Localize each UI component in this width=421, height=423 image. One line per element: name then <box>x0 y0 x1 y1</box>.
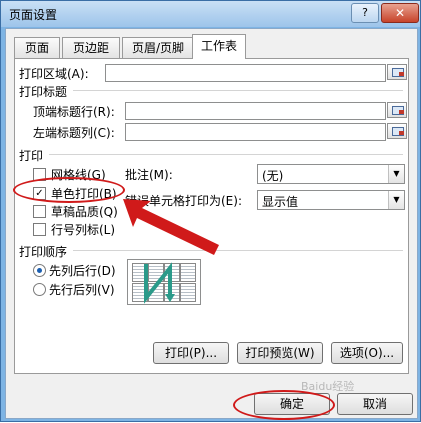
highlight-ring <box>13 177 125 203</box>
print-titles-heading: 打印标题 <box>19 85 68 99</box>
over-then-down-label: 先行后列(V) <box>49 283 115 297</box>
comments-select[interactable]: (无) ▼ <box>257 164 405 184</box>
chevron-down-icon[interactable]: ▼ <box>388 165 404 183</box>
close-button[interactable]: ✕ <box>381 3 419 23</box>
tab-page[interactable]: 页面 <box>14 37 60 58</box>
draft-quality-label: 草稿品质(Q) <box>51 205 118 219</box>
rows-to-repeat-label: 顶端标题行(R): <box>33 105 115 119</box>
highlight-ring <box>233 390 335 420</box>
page-order-arrow-icon <box>144 262 175 304</box>
page-order-preview <box>127 259 201 305</box>
down-then-over-label: 先列后行(D) <box>49 264 116 278</box>
dialog-body: 页面 页边距 页眉/页脚 工作表 打印区域(A): 打印标题 顶端标题行(R):… <box>5 28 418 419</box>
down-then-over-radio[interactable] <box>33 264 46 277</box>
window-title: 页面设置 <box>9 8 58 22</box>
row-col-headings-label: 行号列标(L) <box>51 223 116 237</box>
print-area-label: 打印区域(A): <box>19 67 89 81</box>
tab-header-footer[interactable]: 页眉/页脚 <box>122 37 194 58</box>
divider <box>49 154 403 155</box>
collapse-dialog-icon[interactable] <box>387 123 407 139</box>
title-bar[interactable]: 页面设置 ? ✕ <box>1 1 420 27</box>
print-heading: 打印 <box>19 149 44 163</box>
print-button[interactable]: 打印(P)... <box>153 342 229 364</box>
comments-value: (无) <box>262 169 284 183</box>
page-setup-dialog: 页面设置 ? ✕ 页面 页边距 页眉/页脚 工作表 打印区域(A): 打印标题 … <box>0 0 421 422</box>
options-button[interactable]: 选项(O)... <box>331 342 403 364</box>
sheet-panel: 打印区域(A): 打印标题 顶端标题行(R): 左端标题列(C): 打印 网格线… <box>14 58 409 374</box>
print-preview-button[interactable]: 打印预览(W) <box>237 342 323 364</box>
tab-sheet[interactable]: 工作表 <box>192 34 246 59</box>
chevron-down-icon[interactable]: ▼ <box>388 191 404 209</box>
divider <box>73 250 403 251</box>
help-icon: ? <box>362 6 368 19</box>
draft-quality-checkbox[interactable] <box>33 205 46 218</box>
cell-errors-label: 错误单元格打印为(E): <box>125 194 242 208</box>
collapse-dialog-icon[interactable] <box>387 64 407 80</box>
rows-to-repeat-input[interactable] <box>125 102 386 120</box>
close-icon: ✕ <box>394 6 406 20</box>
help-button[interactable]: ? <box>351 3 379 23</box>
cols-to-repeat-input[interactable] <box>125 123 386 141</box>
over-then-down-radio[interactable] <box>33 283 46 296</box>
collapse-dialog-icon[interactable] <box>387 102 407 118</box>
cell-errors-select[interactable]: 显示值 ▼ <box>257 190 405 210</box>
cell-errors-value: 显示值 <box>262 195 299 209</box>
print-area-input[interactable] <box>105 64 386 82</box>
comments-label: 批注(M): <box>125 168 173 182</box>
row-col-headings-checkbox[interactable] <box>33 223 46 236</box>
cancel-button[interactable]: 取消 <box>337 393 413 415</box>
tab-margins[interactable]: 页边距 <box>62 37 120 58</box>
watermark: Baidu经验 <box>301 380 355 393</box>
cols-to-repeat-label: 左端标题列(C): <box>33 126 115 140</box>
page-order-heading: 打印顺序 <box>19 245 68 259</box>
divider <box>73 90 403 91</box>
